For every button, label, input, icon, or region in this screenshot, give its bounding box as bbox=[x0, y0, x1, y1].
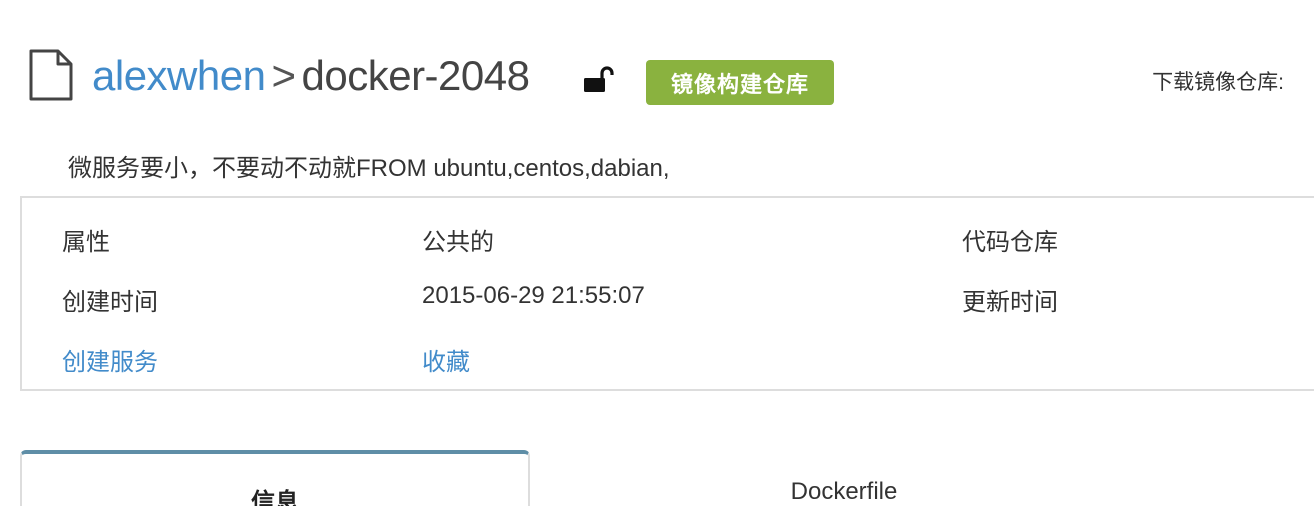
favorite-link[interactable]: 收藏 bbox=[422, 342, 470, 377]
code-repo-label: 代码仓库 bbox=[962, 229, 1058, 256]
repository-page: alexwhen > docker-2048 镜像构建仓库 下载镜像仓库: 微服务要… bbox=[0, 0, 1314, 506]
updated-time-label: 更新时间 bbox=[962, 289, 1058, 316]
repo-header: alexwhen > docker-2048 镜像构建仓库 下载镜像仓库: bbox=[0, 0, 1314, 140]
tab-info-label: 信息 bbox=[251, 489, 299, 506]
created-time-label: 创建时间 bbox=[62, 289, 158, 316]
attribute-value: 公共的 bbox=[422, 229, 494, 256]
repo-description: 微服务要小，不要动不动就FROM ubuntu,centos,dabian, bbox=[68, 155, 670, 182]
repo-title: alexwhen > docker-2048 bbox=[92, 50, 530, 102]
tab-dockerfile-label: Dockerfile bbox=[790, 478, 898, 505]
repo-info-panel: 属性 公共的 代码仓库 创建时间 2015-06-29 21:55:07 更新时… bbox=[20, 196, 1314, 391]
create-service-link[interactable]: 创建服务 bbox=[62, 342, 158, 377]
title-separator: > bbox=[271, 52, 296, 99]
created-time-value: 2015-06-29 21:55:07 bbox=[422, 282, 645, 309]
tab-dockerfile[interactable]: Dockerfile bbox=[530, 450, 1158, 506]
attribute-label: 属性 bbox=[62, 229, 110, 256]
file-icon bbox=[29, 49, 73, 101]
build-repo-badge: 镜像构建仓库 bbox=[646, 60, 834, 105]
unlock-icon bbox=[584, 66, 614, 92]
repo-name: docker-2048 bbox=[301, 52, 530, 99]
tab-info[interactable]: 信息 bbox=[20, 450, 530, 506]
owner-link[interactable]: alexwhen bbox=[92, 52, 266, 99]
repo-tabs: 信息 Dockerfile bbox=[20, 450, 1314, 506]
download-repo-label: 下载镜像仓库: bbox=[1152, 71, 1284, 94]
